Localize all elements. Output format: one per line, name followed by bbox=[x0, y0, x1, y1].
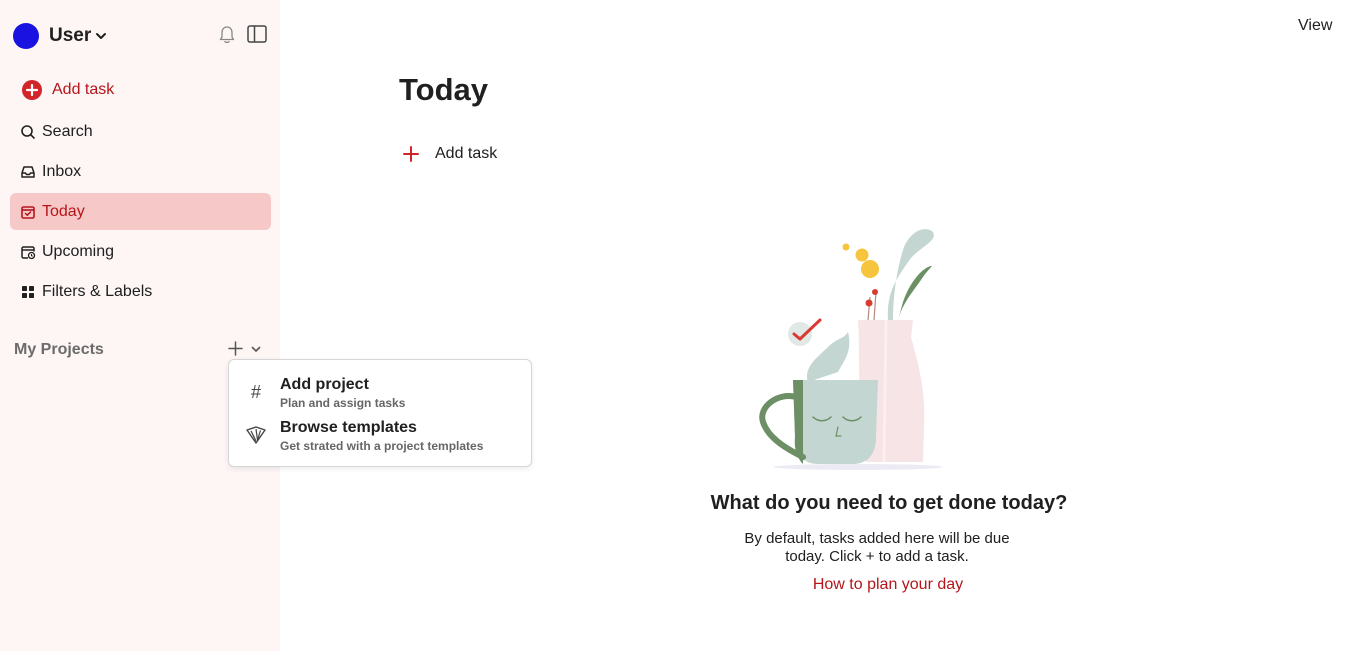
plus-icon bbox=[403, 146, 419, 162]
sidebar-item-label: Search bbox=[42, 122, 93, 140]
sidebar-item-search[interactable]: Search bbox=[10, 113, 271, 150]
sidebar-item-inbox[interactable]: Inbox bbox=[10, 153, 271, 190]
empty-state-title: What do you need to get done today? bbox=[710, 492, 1068, 514]
bell-icon[interactable] bbox=[218, 25, 236, 45]
templates-icon bbox=[246, 426, 266, 444]
avatar[interactable] bbox=[13, 23, 39, 49]
menu-item-title: Browse templates bbox=[280, 419, 417, 436]
sidebar: User Add task Search Inbox Today Upcomin… bbox=[0, 0, 280, 651]
my-projects-heading[interactable]: My Projects bbox=[14, 341, 104, 359]
sidebar-add-task-button[interactable]: Add task bbox=[10, 71, 271, 108]
add-circle-icon bbox=[22, 79, 42, 100]
grid-icon bbox=[22, 285, 34, 298]
user-name[interactable]: User bbox=[49, 25, 91, 47]
chevron-down-icon[interactable] bbox=[250, 343, 262, 355]
menu-item-browse-templates[interactable]: Browse templates Get strated with a proj… bbox=[229, 417, 531, 459]
sidebar-item-label: Filters & Labels bbox=[42, 282, 153, 300]
add-project-icon[interactable] bbox=[227, 340, 244, 357]
hash-icon: # bbox=[250, 381, 261, 402]
sidebar-item-today[interactable]: Today bbox=[10, 193, 271, 230]
inbox-icon bbox=[21, 165, 35, 178]
sidebar-item-label: Upcoming bbox=[42, 242, 115, 260]
empty-state-illustration bbox=[759, 229, 943, 470]
sidebar-item-label: Today bbox=[42, 202, 85, 220]
sidebar-item-label: Inbox bbox=[42, 162, 82, 180]
menu-item-add-project[interactable]: # Add project Plan and assign tasks bbox=[229, 374, 531, 416]
empty-state-description: By default, tasks added here will be due… bbox=[744, 530, 1010, 565]
app-window: User Add task Search Inbox Today Upcomin… bbox=[0, 0, 1366, 651]
sidebar-item-upcoming[interactable]: Upcoming bbox=[10, 233, 271, 270]
search-icon bbox=[21, 124, 35, 139]
projects-dropdown-menu: # Add project Plan and assign tasks Brow… bbox=[228, 359, 532, 467]
how-to-plan-link[interactable]: How to plan your day bbox=[688, 576, 1088, 594]
main-add-task-button[interactable]: Add task bbox=[402, 145, 497, 163]
menu-item-subtitle: Get strated with a project templates bbox=[280, 439, 484, 453]
menu-item-title: Add project bbox=[280, 376, 369, 393]
sidebar-item-filters-labels[interactable]: Filters & Labels bbox=[10, 273, 271, 310]
main-add-task-label: Add task bbox=[435, 145, 498, 162]
calendar-upcoming-icon bbox=[21, 245, 36, 259]
calendar-today-icon bbox=[21, 205, 35, 219]
menu-item-subtitle: Plan and assign tasks bbox=[280, 396, 406, 410]
chevron-down-icon[interactable] bbox=[95, 30, 107, 42]
sidebar-header: User bbox=[0, 0, 280, 72]
sidebar-add-task-label: Add task bbox=[52, 80, 115, 98]
toggle-sidebar-icon[interactable] bbox=[247, 25, 267, 43]
page-title: Today bbox=[399, 72, 488, 107]
view-button[interactable]: View bbox=[1298, 17, 1332, 35]
